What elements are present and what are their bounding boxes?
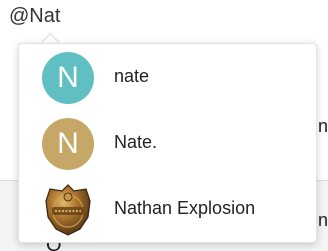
- mention-suggestion-name: nate: [114, 66, 150, 86]
- mention-suggestion-name: Nate.: [114, 132, 158, 152]
- composer-input-text[interactable]: @Nat: [9, 4, 60, 28]
- mention-suggestions-popover: N nate N Nate. Nathan Explosion: [18, 43, 317, 243]
- mention-suggestion-item[interactable]: N nate: [19, 44, 316, 110]
- background-cut-off-text: n: [318, 210, 328, 230]
- mention-suggestion-item[interactable]: Nathan Explosion: [19, 176, 316, 242]
- avatar: N: [42, 118, 94, 170]
- mention-suggestion-item[interactable]: N Nate.: [19, 110, 316, 176]
- mention-suggestion-name: Nathan Explosion: [114, 198, 256, 218]
- page: n n Q @Nat N nate N Nate.: [0, 0, 328, 251]
- background-cut-off-text: n: [318, 116, 328, 136]
- bronze-shield-badge-icon: [45, 184, 91, 236]
- avatar: N: [42, 52, 94, 104]
